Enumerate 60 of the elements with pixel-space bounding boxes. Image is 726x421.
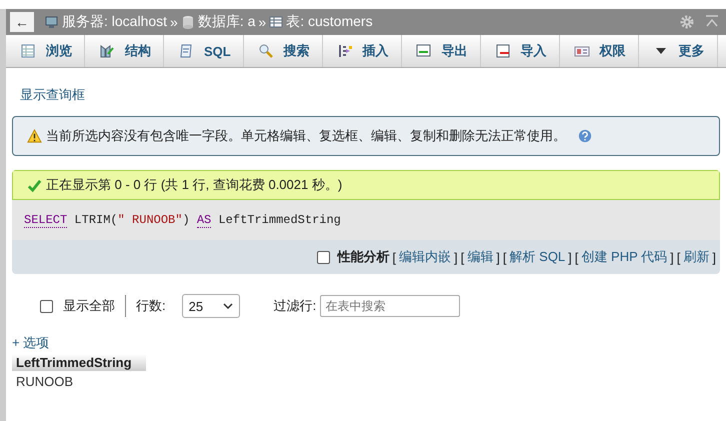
structure-icon [99,43,115,59]
breadcrumb-link[interactable]: 数据库: a [198,13,256,31]
rows-dropdown[interactable]: 25 [182,294,240,318]
query-action-link[interactable]: 刷新 [683,248,710,266]
settings-icon[interactable] [679,14,695,30]
tab[interactable]: 搜索 [244,35,323,67]
bracket: ] [496,250,500,264]
help-icon[interactable] [578,129,592,143]
filter-label: 过滤行: [274,297,316,315]
query-action-link[interactable]: 创建 PHP 代码 [581,248,668,266]
table-cell: RUNOOB [12,371,146,392]
table-icon [20,43,36,59]
bracket: ] [568,250,572,264]
tab[interactable]: 权限 [560,35,639,67]
show-all-checkbox[interactable] [40,300,53,312]
bracket: ] [454,250,458,264]
table-icon [269,15,284,29]
profiling-label: 性能分析 [337,248,390,266]
breadcrumb-separator: » [170,14,178,30]
breadcrumb-separator: » [258,14,266,30]
show-all-label: 显示全部 [63,297,115,315]
tab[interactable]: 更多 [638,35,718,67]
insert-icon [336,43,353,59]
sql-icon [178,43,194,59]
tab[interactable]: SQL [164,35,244,67]
bracket: [ [392,250,396,264]
bracket: ] [712,250,716,264]
tab[interactable]: 浏览 [6,35,85,67]
back-button[interactable]: ← [10,12,34,32]
server-icon [45,15,59,29]
tab[interactable]: 导入 [480,35,560,67]
database-icon [180,15,195,29]
breadcrumb-link[interactable]: 表: customers [286,13,373,31]
bracket: [ [502,250,507,264]
query-action-link[interactable]: 编辑内嵌 [399,248,452,266]
warning-text: 当前所选内容没有包含唯一字段。单元格编辑、复选框、编辑、复制和删除无法正常使用。 [46,127,566,145]
search-icon [258,43,274,59]
query-action-link[interactable]: 解析 SQL [510,248,566,266]
bracket: [ [460,250,464,264]
breadcrumb-link[interactable]: 服务器: localhost [62,13,168,31]
column-header[interactable]: LeftTrimmedString [12,354,146,371]
bracket: [ [574,250,578,264]
warning-icon [27,128,42,144]
tab[interactable]: 导出 [402,35,481,67]
export-icon [416,43,432,59]
caret-icon [222,303,233,309]
show-query-box-link[interactable]: 显示查询框 [20,86,85,104]
profiling-checkbox[interactable] [317,250,330,264]
bracket: ] [670,250,674,264]
tab[interactable]: 插入 [322,35,402,67]
import-icon [494,43,511,59]
filter-field[interactable]: 在表中搜索 [320,295,460,317]
options-link[interactable]: + 选项 [12,334,50,352]
bracket: [ [676,250,680,264]
tab[interactable]: 结构 [85,35,164,67]
rows-label: 行数: [136,297,166,315]
checkmark-icon [27,178,42,192]
query-action-link[interactable]: 编辑 [467,248,494,266]
success-text: 正在显示第 0 - 0 行 (共 1 行, 查询花费 0.0021 秒。) [46,176,342,194]
sql-query: SELECT LTRIM(" RUNOOB") AS LeftTrimmedString [24,213,341,227]
